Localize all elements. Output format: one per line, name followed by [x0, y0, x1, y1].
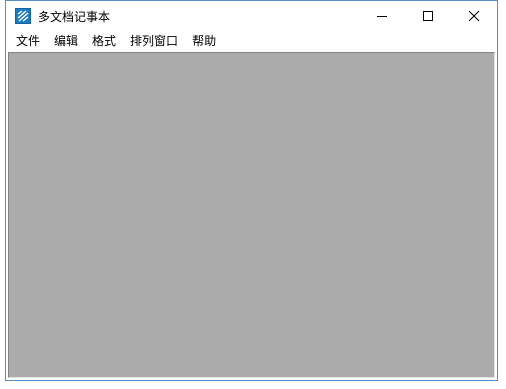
menu-help[interactable]: 帮助 — [185, 31, 223, 51]
window-title: 多文档记事本 — [38, 9, 111, 24]
close-button[interactable] — [451, 1, 497, 31]
menu-file[interactable]: 文件 — [9, 31, 47, 51]
notepad-lines-icon — [15, 8, 31, 24]
minimize-icon — [377, 16, 387, 17]
title-bar[interactable]: 多文档记事本 — [6, 1, 497, 31]
menu-bar: 文件 编辑 格式 排列窗口 帮助 — [6, 31, 497, 51]
app-window: 多文档记事本 文件 编辑 格式 排列窗口 帮助 — [5, 0, 498, 381]
minimize-button[interactable] — [359, 1, 405, 31]
maximize-icon — [423, 11, 433, 21]
menu-arrange-windows[interactable]: 排列窗口 — [123, 31, 185, 51]
menu-edit[interactable]: 编辑 — [47, 31, 85, 51]
close-icon — [468, 10, 480, 22]
caption-buttons — [359, 1, 497, 31]
maximize-button[interactable] — [405, 1, 451, 31]
menu-format[interactable]: 格式 — [85, 31, 123, 51]
mdi-client-area[interactable] — [8, 52, 495, 378]
